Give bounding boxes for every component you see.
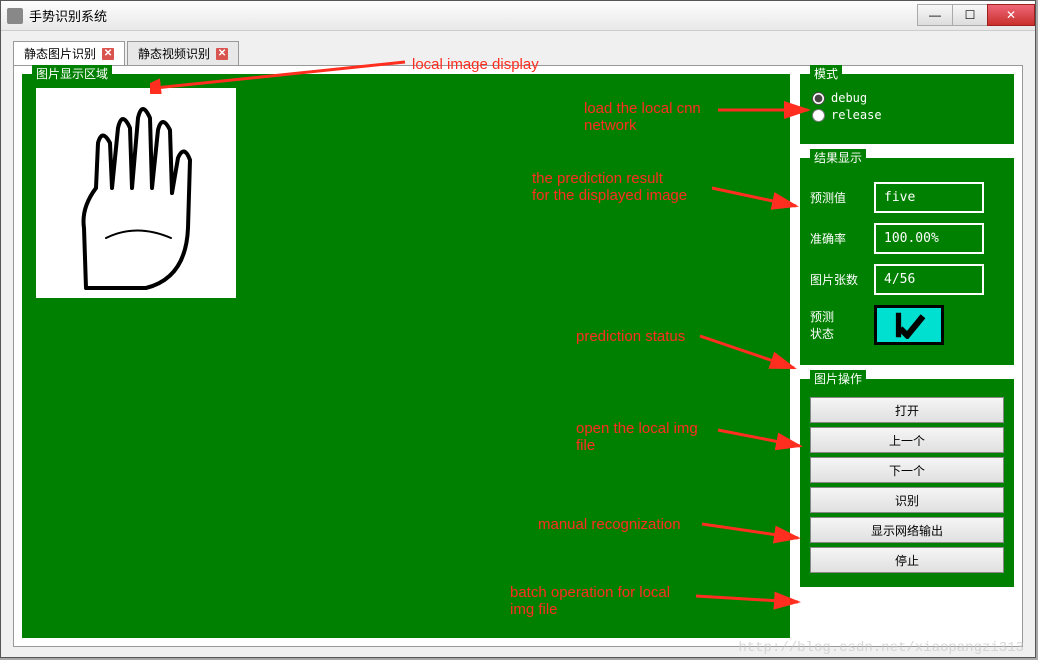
accuracy-value: 100.00% xyxy=(874,223,984,254)
open-button[interactable]: 打开 xyxy=(810,397,1004,423)
app-icon xyxy=(7,8,23,24)
next-button[interactable]: 下一个 xyxy=(810,457,1004,483)
displayed-image xyxy=(36,88,236,298)
maximize-button[interactable]: ☐ xyxy=(952,4,988,26)
close-button[interactable]: ✕ xyxy=(987,4,1035,26)
count-label: 图片张数 xyxy=(810,271,866,288)
fieldset-legend: 模式 xyxy=(810,65,842,82)
predicted-label: 预测值 xyxy=(810,189,866,206)
checkmark-icon xyxy=(891,311,927,339)
show-output-button[interactable]: 显示网络输出 xyxy=(810,517,1004,543)
status-label-l1: 预测 xyxy=(810,310,834,324)
image-display-area: 图片显示区域 xyxy=(20,72,792,640)
row-accuracy: 准确率 100.00% xyxy=(810,223,1004,254)
tabstrip: 静态图片识别 静态视频识别 xyxy=(13,41,1023,65)
status-badge xyxy=(874,305,944,345)
results-group: 结果显示 预测值 five 准确率 100.00% 图片张数 4/56 xyxy=(798,156,1016,367)
stop-button[interactable]: 停止 xyxy=(810,547,1004,573)
radio-label: release xyxy=(831,108,882,122)
image-ops-group: 图片操作 打开 上一个 下一个 识别 显示网络输出 停止 xyxy=(798,377,1016,589)
status-label: 预测 状态 xyxy=(810,308,866,342)
radio-label: debug xyxy=(831,91,867,105)
mode-group: 模式 debug release xyxy=(798,72,1016,146)
radio-debug[interactable]: debug xyxy=(812,91,1002,105)
fieldset-legend: 图片显示区域 xyxy=(32,65,112,82)
row-status: 预测 状态 xyxy=(810,305,1004,345)
titlebar: 手势识别系统 — ☐ ✕ xyxy=(1,1,1035,31)
radio-input-release[interactable] xyxy=(812,109,825,122)
hand-icon xyxy=(36,88,236,298)
app-window: 手势识别系统 — ☐ ✕ 静态图片识别 静态视频识别 图片显示区域 xyxy=(0,0,1036,658)
minimize-button[interactable]: — xyxy=(917,4,953,26)
close-icon[interactable] xyxy=(102,48,114,60)
close-icon[interactable] xyxy=(216,48,228,60)
count-value: 4/56 xyxy=(874,264,984,295)
status-label-l2: 状态 xyxy=(810,327,834,341)
tab-label: 静态视频识别 xyxy=(138,45,210,62)
recognize-button[interactable]: 识别 xyxy=(810,487,1004,513)
tab-label: 静态图片识别 xyxy=(24,45,96,62)
fieldset-legend: 结果显示 xyxy=(810,149,866,166)
prev-button[interactable]: 上一个 xyxy=(810,427,1004,453)
row-count: 图片张数 4/56 xyxy=(810,264,1004,295)
right-panel: 模式 debug release 结果显示 预测值 five xyxy=(798,72,1016,640)
tab-panel: 图片显示区域 模式 xyxy=(13,65,1023,647)
predicted-value: five xyxy=(874,182,984,213)
row-predicted: 预测值 five xyxy=(810,182,1004,213)
client-area: 静态图片识别 静态视频识别 图片显示区域 xyxy=(1,31,1035,657)
radio-input-debug[interactable] xyxy=(812,92,825,105)
tab-static-image[interactable]: 静态图片识别 xyxy=(13,41,125,66)
window-controls: — ☐ ✕ xyxy=(918,5,1035,26)
fieldset-legend: 图片操作 xyxy=(810,370,866,387)
tab-static-video[interactable]: 静态视频识别 xyxy=(127,41,239,66)
accuracy-label: 准确率 xyxy=(810,230,866,247)
window-title: 手势识别系统 xyxy=(29,6,107,25)
radio-release[interactable]: release xyxy=(812,108,1002,122)
